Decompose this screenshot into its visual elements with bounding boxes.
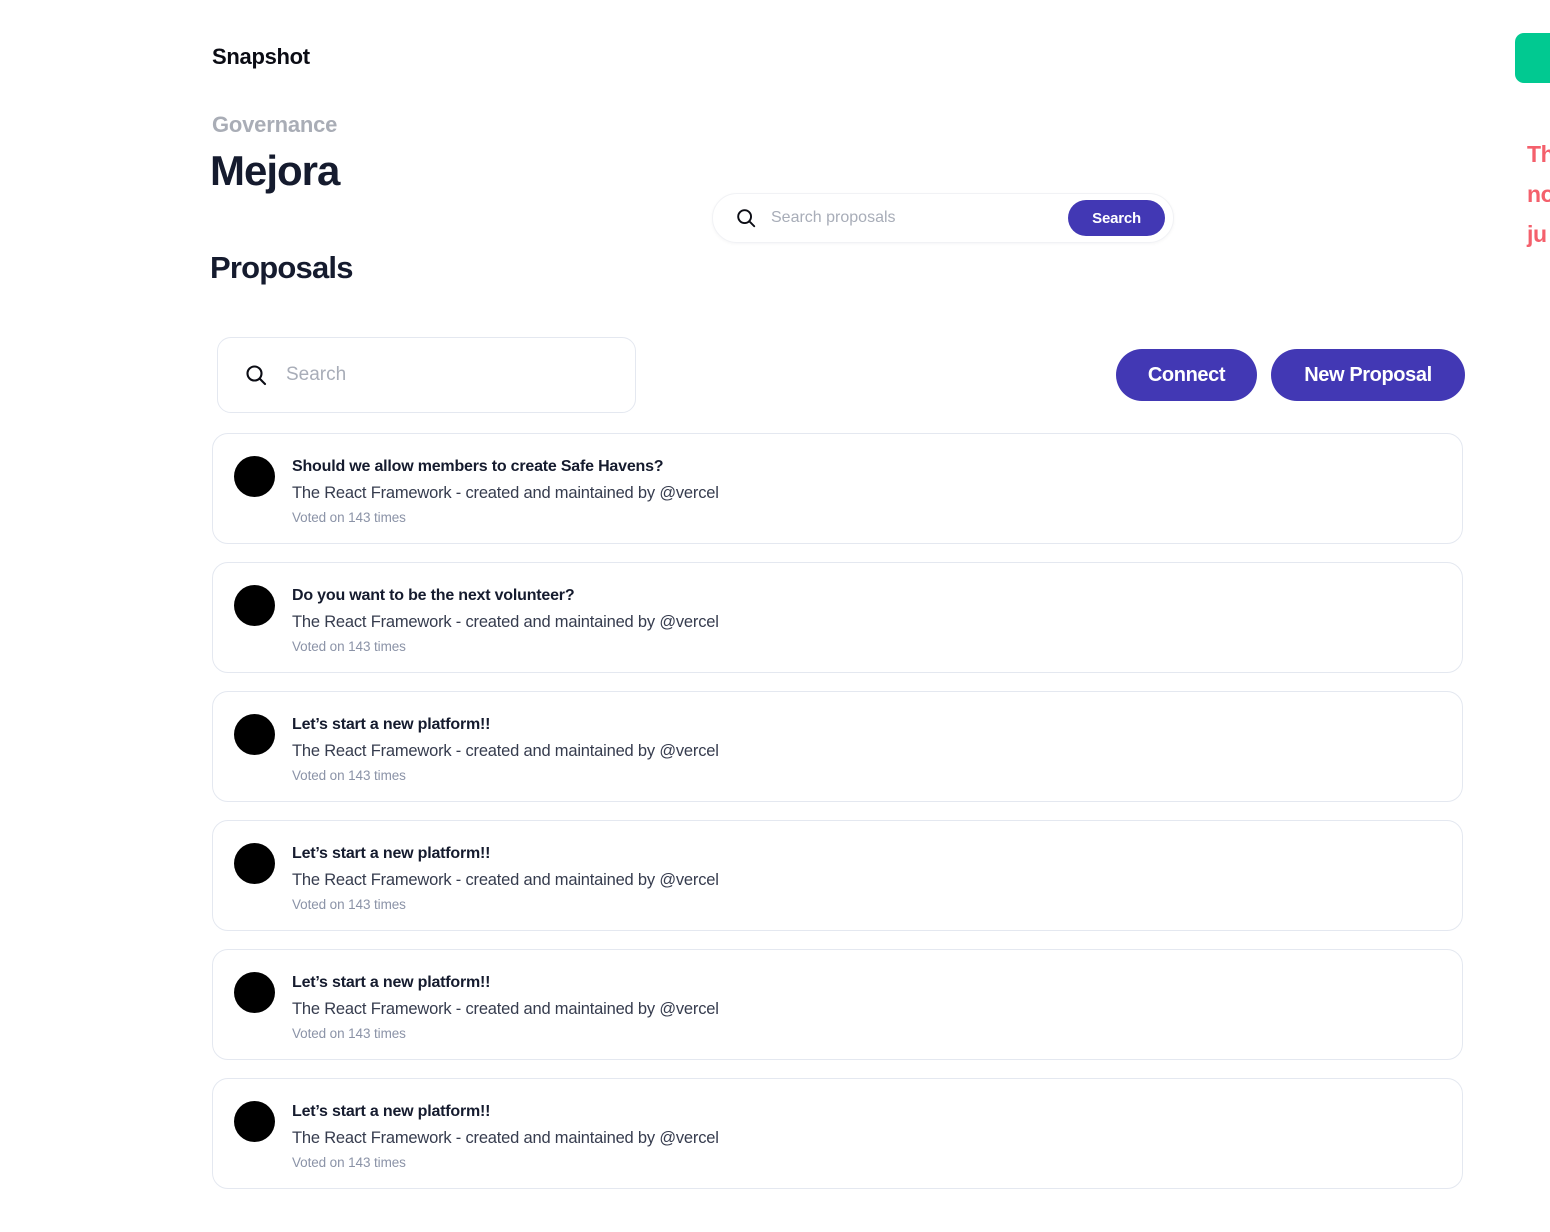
app-root: Snapshot Governance Mejora Proposals Sea… [0, 0, 1550, 1232]
top-search-input[interactable] [771, 194, 1069, 242]
proposals-search-box[interactable] [217, 337, 636, 413]
top-search-bar[interactable]: Search [712, 193, 1174, 243]
proposals-search-input[interactable] [286, 338, 615, 412]
avatar [234, 1101, 275, 1142]
edge-green-block [1515, 33, 1550, 83]
proposal-vote-count: Voted on 143 times [292, 510, 406, 526]
page-title: Mejora [210, 147, 340, 194]
edge-note-line-3: ju [1527, 221, 1547, 247]
avatar [234, 972, 275, 1013]
section-heading-proposals: Proposals [210, 250, 353, 285]
avatar [234, 585, 275, 626]
proposal-list: Should we allow members to create Safe H… [212, 433, 1463, 1207]
proposal-title: Let’s start a new platform!! [292, 974, 491, 991]
edge-note-line-2: no [1527, 181, 1550, 207]
proposal-description: The React Framework - created and mainta… [292, 1129, 719, 1147]
connect-button[interactable]: Connect [1116, 349, 1257, 401]
proposal-vote-count: Voted on 143 times [292, 768, 406, 784]
proposal-card[interactable]: Let’s start a new platform!! The React F… [212, 1078, 1463, 1189]
search-icon [735, 207, 757, 229]
avatar [234, 456, 275, 497]
proposal-content: Do you want to be the next volunteer? Th… [292, 585, 1462, 654]
proposal-vote-count: Voted on 143 times [292, 1026, 406, 1042]
proposal-card[interactable]: Do you want to be the next volunteer? Th… [212, 562, 1463, 673]
search-icon [244, 363, 268, 387]
brand-logo-text[interactable]: Snapshot [212, 44, 310, 70]
proposal-title: Let’s start a new platform!! [292, 1103, 491, 1120]
proposal-description: The React Framework - created and mainta… [292, 1000, 719, 1018]
edge-note-line-1: Th [1527, 141, 1550, 167]
proposal-description: The React Framework - created and mainta… [292, 484, 719, 502]
proposal-card[interactable]: Let’s start a new platform!! The React F… [212, 949, 1463, 1060]
avatar [234, 843, 275, 884]
proposal-card[interactable]: Should we allow members to create Safe H… [212, 433, 1463, 544]
proposal-title: Do you want to be the next volunteer? [292, 587, 575, 604]
proposal-title: Let’s start a new platform!! [292, 716, 491, 733]
proposal-card[interactable]: Let’s start a new platform!! The React F… [212, 691, 1463, 802]
proposal-description: The React Framework - created and mainta… [292, 613, 719, 631]
proposal-vote-count: Voted on 143 times [292, 897, 406, 913]
governance-eyebrow: Governance [212, 112, 338, 137]
proposal-description: The React Framework - created and mainta… [292, 871, 719, 889]
proposal-card[interactable]: Let’s start a new platform!! The React F… [212, 820, 1463, 931]
proposal-title: Should we allow members to create Safe H… [292, 458, 664, 475]
avatar [234, 714, 275, 755]
proposal-title: Let’s start a new platform!! [292, 845, 491, 862]
proposal-vote-count: Voted on 143 times [292, 639, 406, 655]
proposal-content: Should we allow members to create Safe H… [292, 456, 1462, 525]
proposal-content: Let’s start a new platform!! The React F… [292, 714, 1462, 783]
proposal-content: Let’s start a new platform!! The React F… [292, 972, 1462, 1041]
proposal-content: Let’s start a new platform!! The React F… [292, 843, 1462, 912]
top-search-button[interactable]: Search [1068, 200, 1165, 236]
new-proposal-button[interactable]: New Proposal [1271, 349, 1465, 401]
proposal-vote-count: Voted on 143 times [292, 1155, 406, 1171]
proposal-content: Let’s start a new platform!! The React F… [292, 1101, 1462, 1170]
proposal-description: The React Framework - created and mainta… [292, 742, 719, 760]
